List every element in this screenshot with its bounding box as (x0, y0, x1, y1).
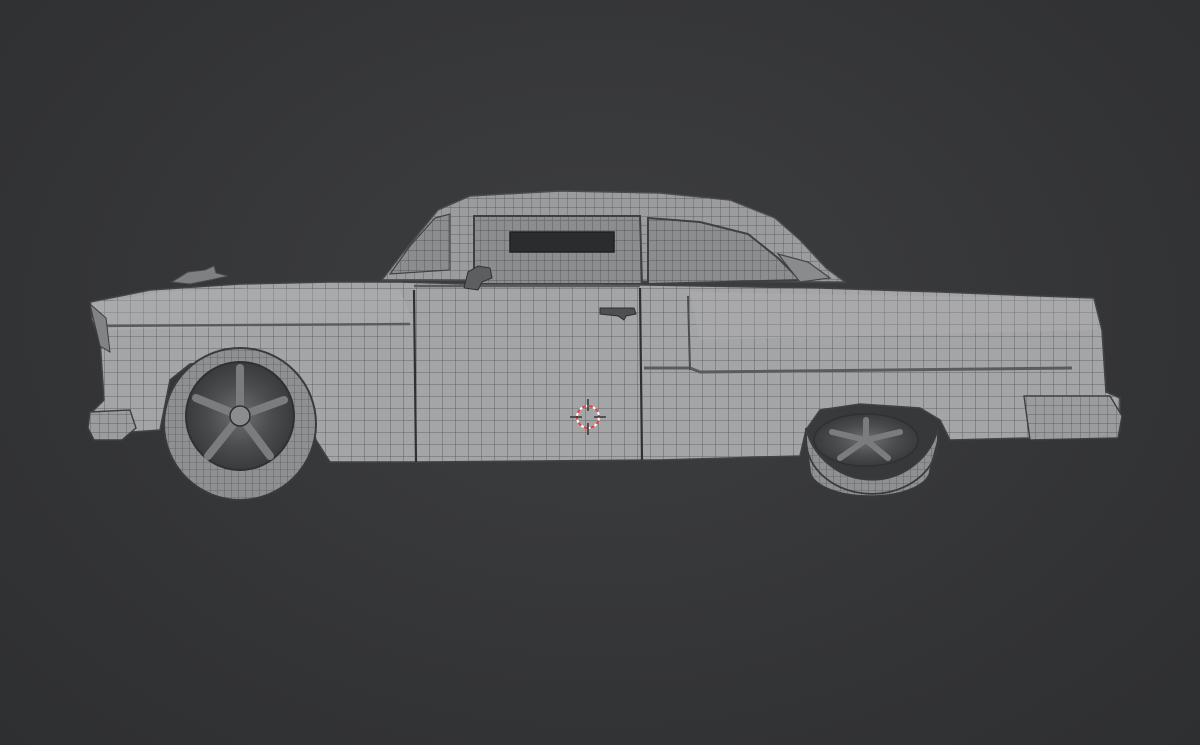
front-hub (229, 405, 251, 427)
viewport-scene[interactable] (0, 0, 1200, 745)
rear-wheel-mesh[interactable] (805, 413, 939, 497)
front-wheel-mesh[interactable] (163, 347, 317, 501)
hood-ornament-mesh (170, 265, 229, 285)
windshield-mesh (388, 213, 451, 275)
rear-bumper-mesh (1023, 395, 1123, 441)
3d-viewport[interactable] (0, 0, 1200, 745)
front-bumper-mesh (87, 409, 137, 441)
window-opening (509, 231, 615, 253)
